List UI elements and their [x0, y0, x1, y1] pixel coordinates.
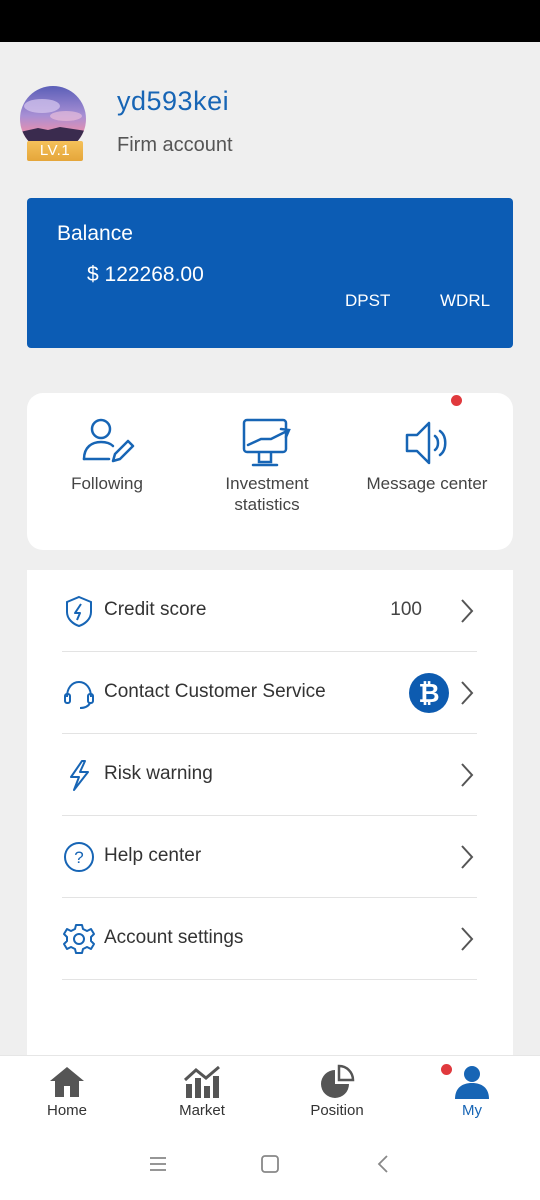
credit-score-value: 100: [390, 599, 422, 620]
chevron-right-icon: [461, 845, 474, 869]
credit-score-label: Credit score: [104, 599, 207, 620]
chevron-right-icon: [461, 681, 474, 705]
home-icon: [50, 1067, 84, 1097]
speaker-icon: [405, 421, 447, 465]
menu-item-contact-service[interactable]: Contact Customer Service ₿: [62, 652, 477, 734]
bitcoin-icon[interactable]: ₿: [409, 673, 449, 713]
message-center-button[interactable]: Message center: [357, 417, 497, 494]
nav-position-label: Position: [310, 1102, 364, 1119]
chevron-right-icon: [461, 927, 474, 951]
nav-position[interactable]: Position: [282, 1064, 392, 1119]
menu-item-risk-warning[interactable]: Risk warning: [62, 734, 477, 816]
menu-list: Credit score 100 Contact Customer Servic…: [27, 570, 513, 1060]
my-notification-dot: [441, 1064, 452, 1075]
following-button[interactable]: Following: [47, 417, 167, 494]
account-settings-label: Account settings: [104, 927, 244, 948]
username: yd593kei: [117, 86, 230, 116]
balance-value: $ 122268.00: [87, 263, 204, 286]
menu-item-credit-score[interactable]: Credit score 100: [62, 570, 477, 652]
market-chart-icon: [183, 1065, 220, 1098]
investment-statistics-button[interactable]: Investment statistics: [197, 417, 337, 515]
lightning-icon: [70, 760, 89, 791]
level-badge: LV.1: [27, 141, 83, 161]
message-center-label: Message center: [366, 474, 488, 493]
user-edit-icon: [82, 418, 135, 463]
status-bar: [0, 0, 540, 42]
withdraw-button[interactable]: WDRL: [440, 291, 490, 311]
back-icon[interactable]: [372, 1152, 396, 1176]
gear-icon: [63, 924, 95, 954]
balance-card: Balance $ 122268.00 DPST WDRL: [27, 198, 513, 348]
nav-my-label: My: [462, 1102, 482, 1119]
message-notification-dot: [451, 395, 462, 406]
system-nav-bar: [0, 1128, 540, 1200]
recent-apps-icon[interactable]: [146, 1152, 170, 1176]
menu-item-account-settings[interactable]: Account settings: [62, 898, 477, 980]
help-circle-icon: ?: [64, 842, 94, 872]
risk-warning-label: Risk warning: [104, 763, 213, 784]
quick-actions-card: Following Investment statistics Message …: [27, 393, 513, 550]
chevron-right-icon: [461, 763, 474, 787]
nav-home[interactable]: Home: [12, 1064, 122, 1119]
nav-my[interactable]: My: [417, 1064, 527, 1119]
nav-home-label: Home: [46, 1102, 87, 1119]
monitor-chart-icon: [242, 418, 291, 467]
help-center-label: Help center: [104, 845, 202, 866]
contact-service-label: Contact Customer Service: [104, 681, 326, 702]
pie-chart-icon: [321, 1064, 355, 1098]
headset-icon: [64, 680, 94, 709]
investment-statistics-label: Investment statistics: [225, 474, 309, 514]
nav-market[interactable]: Market: [147, 1064, 257, 1119]
chevron-right-icon: [461, 599, 474, 623]
person-icon: [455, 1066, 489, 1099]
deposit-button[interactable]: DPST: [345, 291, 390, 311]
nav-market-label: Market: [179, 1102, 225, 1119]
balance-label: Balance: [57, 222, 133, 245]
bottom-nav: Home Market Position My: [0, 1055, 540, 1128]
svg-text:?: ?: [74, 848, 83, 867]
home-system-icon[interactable]: [258, 1152, 282, 1176]
svg-text:₿: ₿: [418, 679, 439, 709]
following-label: Following: [71, 474, 143, 493]
shield-bolt-icon: [66, 595, 92, 628]
profile-header: LV.1 yd593kei Firm account: [20, 86, 520, 166]
menu-item-help-center[interactable]: ? Help center: [62, 816, 477, 898]
account-type: Firm account: [117, 134, 233, 156]
